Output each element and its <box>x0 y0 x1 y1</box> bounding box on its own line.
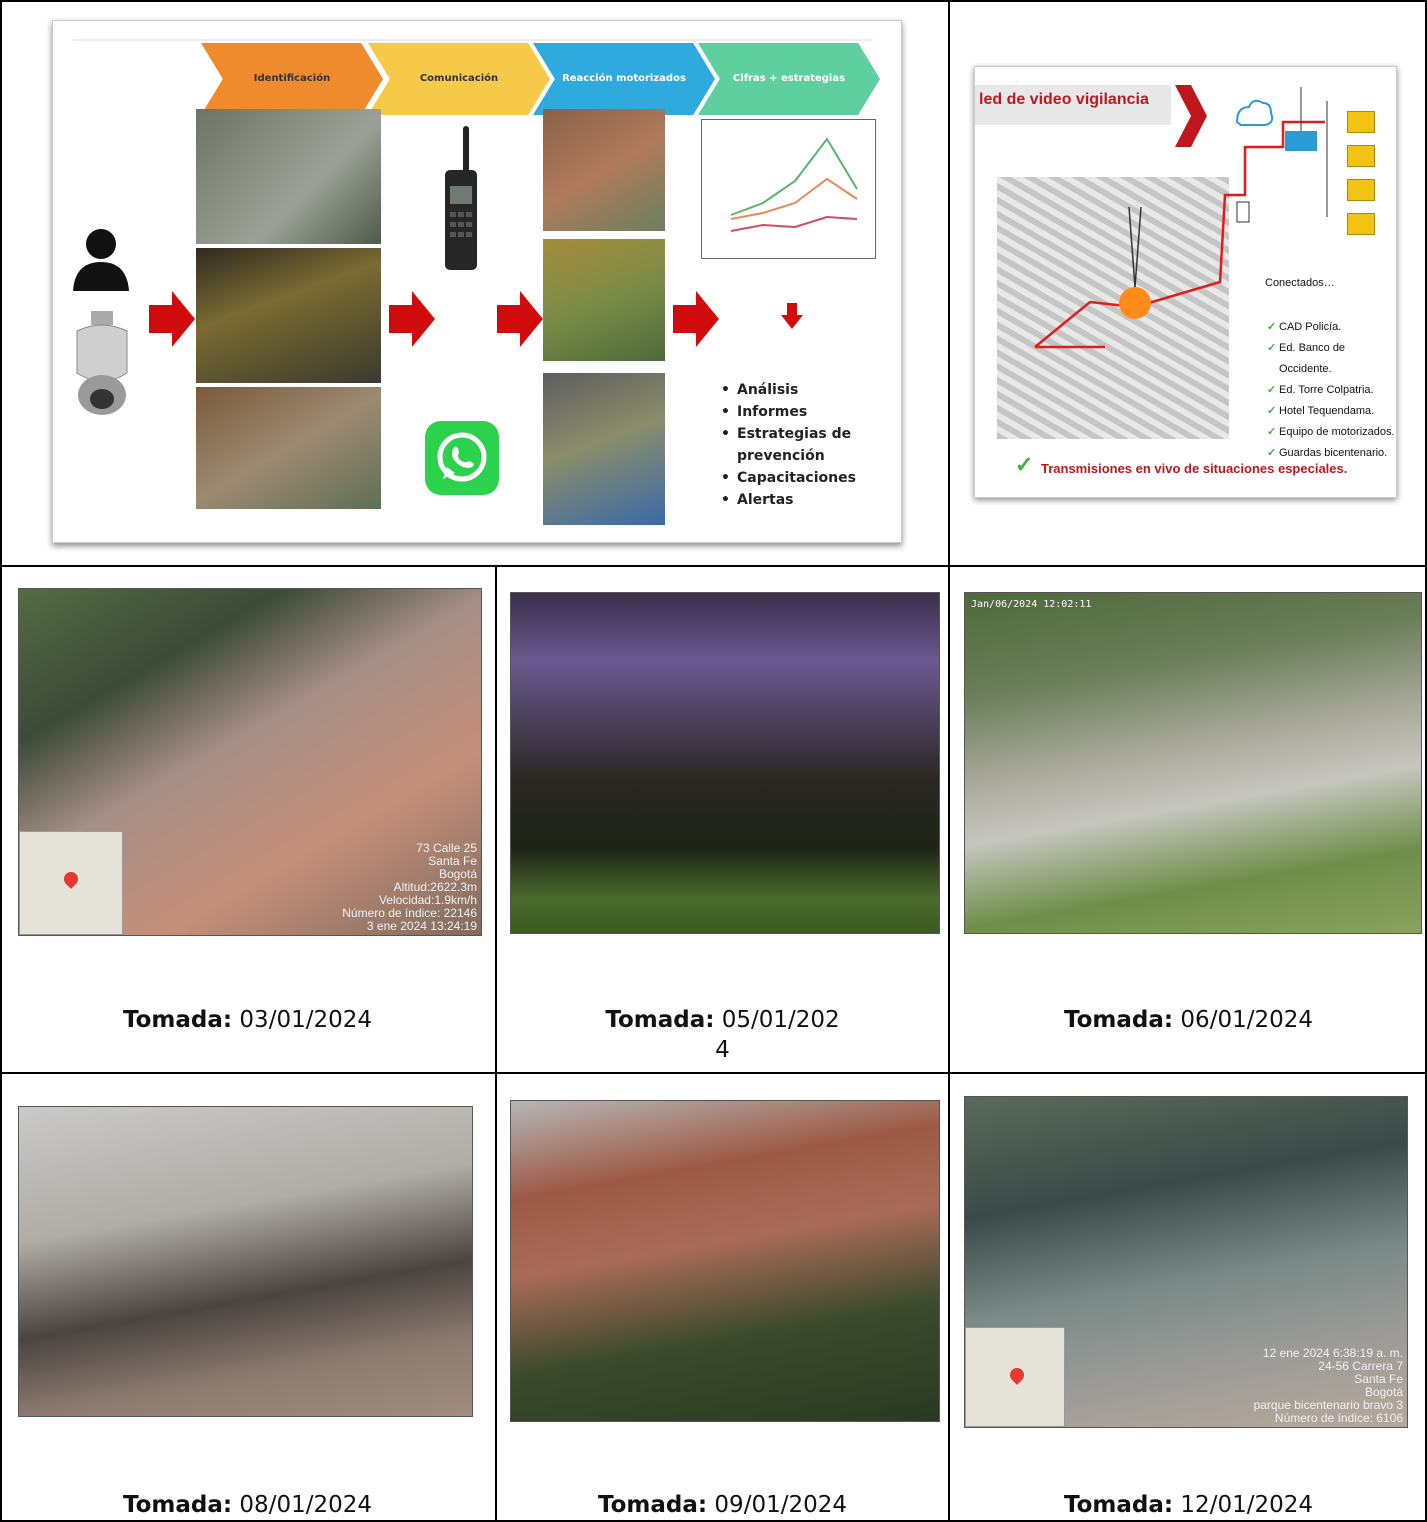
dome-camera-icon <box>76 311 128 415</box>
connected-item: CAD Policía. <box>1267 317 1396 338</box>
photo-2024-01-09 <box>510 1100 940 1422</box>
bullet-item: Análisis <box>721 379 891 401</box>
table-border <box>0 1072 1427 1074</box>
bullet-item: Capacitaciones <box>721 467 891 489</box>
caption-date: Tomada: 12/01/2024 <box>1064 1492 1313 1518</box>
surveillance-photo <box>196 109 381 244</box>
site-box <box>1347 111 1375 133</box>
connected-list: CAD Policía. Ed. Banco de Occidente. Ed.… <box>1267 317 1396 464</box>
camera-timestamp: Jan/06/2024 12:02:11 <box>971 599 1092 610</box>
whatsapp-icon <box>425 421 499 495</box>
map-thumbnail <box>19 831 123 935</box>
table-border <box>948 0 950 1522</box>
map-pin-icon <box>61 869 81 889</box>
flow-arrow-icon <box>673 291 719 347</box>
map-thumbnail <box>965 1327 1065 1427</box>
photo-2024-01-03: 73 Calle 25 Santa Fe Bogotá Altitud:2622… <box>18 588 482 936</box>
process-slide: Identificación Comunicación Reacción mot… <box>52 20 902 543</box>
caption-date: Tomada: 09/01/2024 <box>598 1492 847 1518</box>
connected-item: Equipo de motorizados. <box>1267 422 1396 443</box>
radio-icon <box>445 126 477 270</box>
connected-item: Ed. Banco de Occidente. <box>1267 338 1396 380</box>
step-chevron: Comunicación <box>368 43 550 115</box>
strategy-bullets: Análisis Informes Estrategias de prevenc… <box>721 379 891 511</box>
connected-item: Hotel Tequendama. <box>1267 401 1396 422</box>
step-chevron: Identificación <box>201 43 383 115</box>
caption-date: Tomada: 08/01/2024 <box>123 1492 372 1518</box>
check-icon: ✓ <box>1015 452 1034 477</box>
caption-date: Tomada: 03/01/2024 <box>123 1007 372 1033</box>
photo-2024-01-06: Jan/06/2024 12:02:11 <box>964 592 1422 934</box>
step-chevron: Reacción motorizados <box>533 43 715 115</box>
photo-2024-01-12: 12 ene 2024 6:38:19 a. m. 24-56 Carrera … <box>964 1096 1408 1428</box>
surveillance-photo <box>196 387 381 509</box>
down-arrow-icon <box>781 303 803 329</box>
site-box <box>1347 145 1375 167</box>
flow-arrow-icon <box>497 291 543 347</box>
bullet-item: Estrategias de prevención <box>721 423 891 467</box>
bullet-item: Alertas <box>721 489 891 511</box>
flow-arrow-icon <box>149 291 195 347</box>
caption-date: Tomada: 06/01/2024 <box>1064 1007 1313 1033</box>
reaction-photo <box>543 109 665 231</box>
statistics-chart <box>701 119 876 259</box>
reaction-photo <box>543 373 665 525</box>
photo-overlay-text: 73 Calle 25 Santa Fe Bogotá Altitud:2622… <box>342 841 477 933</box>
person-icon <box>73 229 129 291</box>
table-border <box>0 565 1427 567</box>
photo-2024-01-08 <box>18 1106 473 1417</box>
video-network-slide: led de video vigilancia Conectados… CAD … <box>974 66 1397 498</box>
connected-title: Conectados… <box>1265 277 1335 289</box>
caption-date: Tomada: 05/01/202 4 <box>605 1007 840 1063</box>
map-pin-icon <box>1007 1365 1027 1385</box>
step-chevron: Cifras + estrategias <box>698 43 880 115</box>
bullet-item: Informes <box>721 401 891 423</box>
site-box <box>1347 179 1375 201</box>
connected-item: Ed. Torre Colpatria. <box>1267 380 1396 401</box>
reaction-photo <box>543 239 665 361</box>
flow-arrow-icon <box>389 291 435 347</box>
surveillance-photo <box>196 248 381 383</box>
site-box <box>1347 213 1375 235</box>
photo-2024-01-05 <box>510 592 940 934</box>
slide-footer: Transmisiones en vivo de situaciones esp… <box>1041 461 1348 476</box>
photo-overlay-text: 12 ene 2024 6:38:19 a. m. 24-56 Carrera … <box>1253 1346 1403 1425</box>
